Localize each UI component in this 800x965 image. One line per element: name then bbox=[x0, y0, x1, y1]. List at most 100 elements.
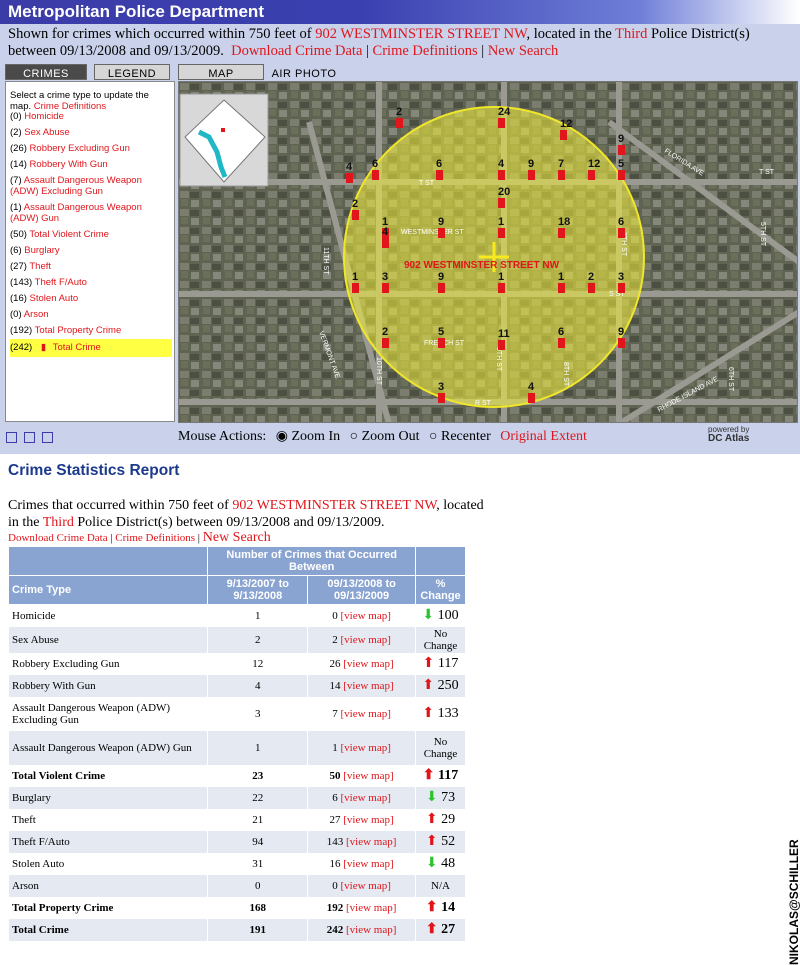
view-map-link[interactable]: [view map] bbox=[343, 770, 393, 782]
download-crime-data-link[interactable]: Download Crime Data bbox=[231, 43, 362, 59]
crime-marker[interactable] bbox=[352, 283, 359, 293]
crime-marker[interactable] bbox=[438, 283, 445, 293]
curr-count-cell: 7 [view map] bbox=[307, 696, 416, 731]
crime-marker-count: 9 bbox=[438, 216, 444, 228]
prev-count-cell: 1 bbox=[207, 604, 309, 627]
legend-item[interactable]: (0) Arson bbox=[10, 309, 172, 321]
table-row: Robbery With Gun 4 14 [view map] ⬆ 250 bbox=[7, 674, 467, 697]
report-address-link[interactable]: 902 WESTMINSTER STREET NW bbox=[232, 498, 436, 513]
table-row: Stolen Auto 31 16 [view map] ⬇ 48 bbox=[7, 852, 467, 875]
crime-marker[interactable] bbox=[558, 283, 565, 293]
map-canvas: 902 WESTMINSTER STREET NW T ST WESTMINST… bbox=[179, 82, 797, 422]
table-row: Theft F/Auto 94 143 [view map] ⬆ 52 bbox=[7, 830, 467, 853]
legend-item[interactable]: (7) Assault Dangerous Weapon (ADW) Exclu… bbox=[10, 175, 172, 197]
crime-marker[interactable] bbox=[438, 338, 445, 348]
view-map-link[interactable]: [view map] bbox=[341, 610, 391, 622]
report-download-link[interactable]: Download Crime Data bbox=[8, 532, 108, 544]
view-map-link[interactable]: [view map] bbox=[346, 902, 396, 914]
legend-item[interactable]: (2) Sex Abuse bbox=[10, 127, 172, 139]
crime-marker[interactable] bbox=[618, 338, 625, 348]
tab-map[interactable]: Map bbox=[178, 64, 264, 80]
view-map-link[interactable]: [view map] bbox=[343, 658, 393, 670]
curr-count-cell: 27 [view map] bbox=[307, 808, 416, 831]
crime-marker[interactable] bbox=[436, 170, 443, 180]
crime-marker[interactable] bbox=[438, 228, 445, 238]
tab-air-photo[interactable]: Air Photo bbox=[265, 64, 343, 80]
air-photo-map[interactable]: 902 WESTMINSTER STREET NW T ST WESTMINST… bbox=[178, 81, 798, 423]
legend-item[interactable]: (16) Stolen Auto bbox=[10, 293, 172, 305]
crime-marker[interactable] bbox=[498, 340, 505, 350]
crime-marker[interactable] bbox=[498, 283, 505, 293]
crime-marker[interactable] bbox=[588, 283, 595, 293]
original-extent-link[interactable]: Original Extent bbox=[500, 429, 587, 444]
legend-item[interactable]: (6) Burglary bbox=[10, 245, 172, 257]
view-map-link[interactable]: [view map] bbox=[346, 836, 396, 848]
legend-item[interactable]: (1) Assault Dangerous Weapon (ADW) Gun bbox=[10, 202, 172, 224]
crime-marker[interactable] bbox=[558, 338, 565, 348]
percent-change-cell: ⬇ 48 bbox=[414, 852, 467, 875]
crime-marker[interactable] bbox=[498, 170, 505, 180]
legend-item[interactable]: (242) ▮ Total Crime bbox=[10, 339, 172, 357]
crime-marker[interactable] bbox=[618, 228, 625, 238]
crime-marker[interactable] bbox=[346, 173, 353, 183]
view-map-link[interactable]: [view map] bbox=[343, 858, 393, 870]
crime-marker[interactable] bbox=[558, 228, 565, 238]
crime-marker[interactable] bbox=[618, 170, 625, 180]
new-search-link[interactable]: New Search bbox=[488, 43, 558, 59]
crime-definitions-link[interactable]: Crime Definitions bbox=[373, 43, 478, 59]
crime-marker[interactable] bbox=[618, 145, 625, 155]
crime-marker[interactable] bbox=[528, 393, 535, 403]
intro-address-link[interactable]: 902 WESTMINSTER STREET NW bbox=[315, 26, 526, 42]
tab-crimes[interactable]: Crimes bbox=[5, 64, 87, 80]
legend-item[interactable]: (14) Robbery With Gun bbox=[10, 159, 172, 171]
prev-count-cell: 0 bbox=[207, 874, 309, 897]
crime-marker[interactable] bbox=[560, 130, 567, 140]
intro-district-link[interactable]: Third bbox=[615, 26, 647, 42]
crime-marker[interactable] bbox=[396, 118, 403, 128]
crime-marker[interactable] bbox=[588, 170, 595, 180]
percent-change-cell: ⬇ 100 bbox=[414, 604, 467, 627]
table-view-icon[interactable] bbox=[42, 432, 53, 443]
crime-marker[interactable] bbox=[528, 170, 535, 180]
legend-item[interactable]: (192) Total Property Crime bbox=[10, 325, 172, 337]
report-definitions-link[interactable]: Crime Definitions bbox=[115, 532, 195, 544]
crime-marker[interactable] bbox=[498, 198, 505, 208]
crime-marker[interactable] bbox=[382, 283, 389, 293]
crime-marker[interactable] bbox=[382, 238, 389, 248]
report-district-link[interactable]: Third bbox=[43, 515, 74, 530]
crime-marker[interactable] bbox=[558, 170, 565, 180]
view-map-link[interactable]: [view map] bbox=[341, 792, 391, 804]
view-map-link[interactable]: [view map] bbox=[341, 742, 391, 754]
tab-legend[interactable]: Legend bbox=[94, 64, 170, 80]
legend-item[interactable]: (27) Theft bbox=[10, 261, 172, 273]
view-map-link[interactable]: [view map] bbox=[341, 708, 391, 720]
crime-marker[interactable] bbox=[382, 338, 389, 348]
group-header: Number of Crimes that Occurred Between bbox=[207, 546, 416, 576]
recenter-radio[interactable]: ○ bbox=[429, 429, 437, 444]
crime-type-cell: Theft F/Auto bbox=[7, 830, 209, 853]
zoom-in-radio[interactable]: ◉ bbox=[276, 429, 288, 444]
view-map-link[interactable]: [view map] bbox=[341, 880, 391, 892]
list-view-icon[interactable] bbox=[24, 432, 35, 443]
view-map-link[interactable]: [view map] bbox=[346, 924, 396, 936]
legend-item[interactable]: (0) Homicide bbox=[10, 111, 172, 123]
crime-marker-count: 5 bbox=[438, 326, 444, 338]
grid-view-icon[interactable] bbox=[6, 432, 17, 443]
report-new-search-link[interactable]: New Search bbox=[203, 530, 271, 545]
crime-marker[interactable] bbox=[498, 118, 505, 128]
curr-count-cell: 26 [view map] bbox=[307, 652, 416, 675]
crime-marker[interactable] bbox=[618, 283, 625, 293]
percent-change-cell: ⬆ 52 bbox=[414, 830, 467, 853]
zoom-out-radio[interactable]: ○ bbox=[350, 429, 358, 444]
crime-marker[interactable] bbox=[352, 210, 359, 220]
crime-marker[interactable] bbox=[498, 228, 505, 238]
curr-count-cell: 6 [view map] bbox=[307, 786, 416, 809]
view-map-link[interactable]: [view map] bbox=[343, 680, 393, 692]
legend-item[interactable]: (26) Robbery Excluding Gun bbox=[10, 143, 172, 155]
view-map-link[interactable]: [view map] bbox=[343, 814, 393, 826]
view-map-link[interactable]: [view map] bbox=[341, 634, 391, 646]
crime-marker[interactable] bbox=[438, 393, 445, 403]
crime-marker[interactable] bbox=[372, 170, 379, 180]
legend-item[interactable]: (143) Theft F/Auto bbox=[10, 277, 172, 289]
legend-item[interactable]: (50) Total Violent Crime bbox=[10, 229, 172, 241]
